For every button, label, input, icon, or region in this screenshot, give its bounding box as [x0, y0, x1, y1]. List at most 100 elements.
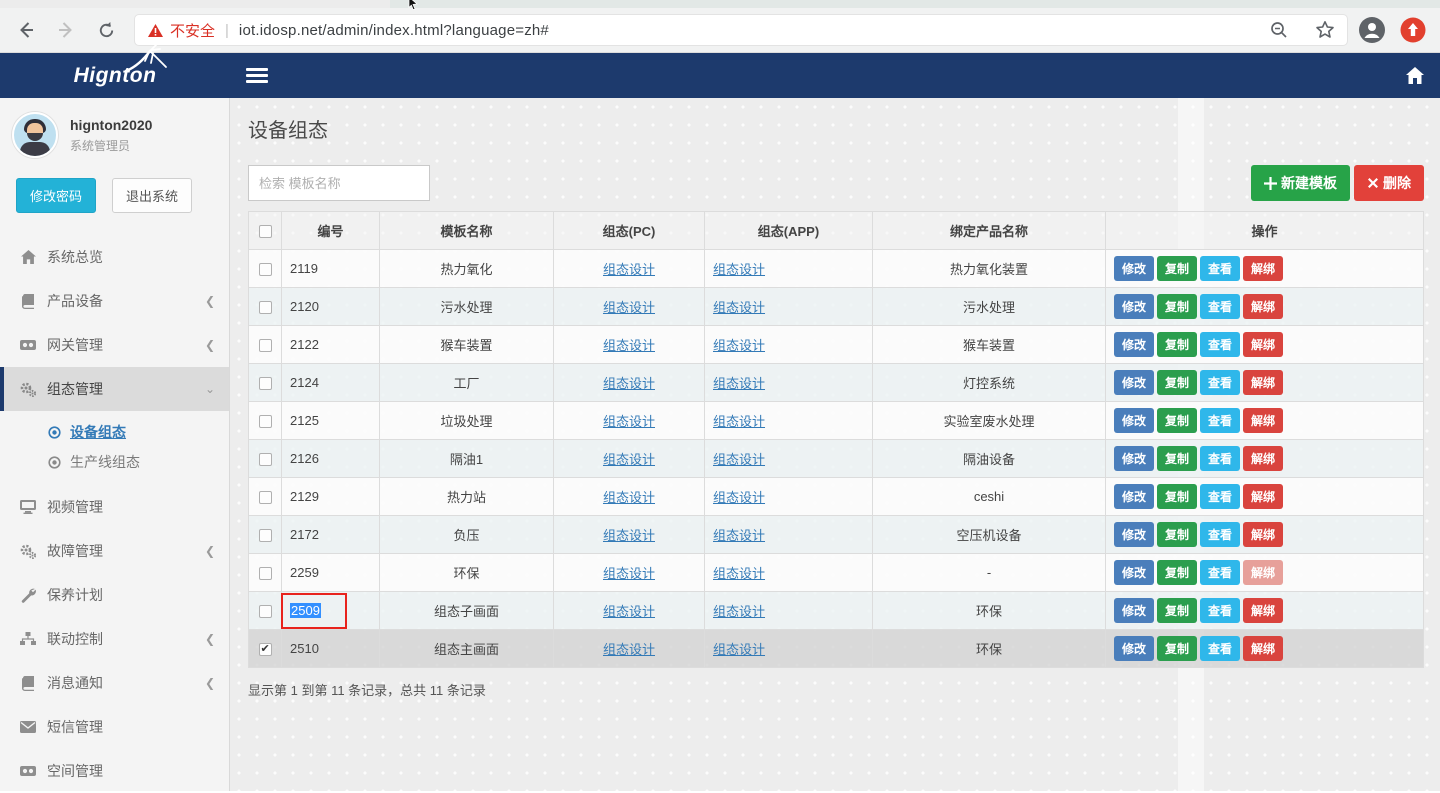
app-config-link[interactable]: 组态设计 — [713, 604, 765, 619]
profile-icon[interactable] — [1358, 16, 1386, 44]
bookmark-star-icon[interactable] — [1315, 20, 1335, 40]
row-checkbox[interactable] — [259, 339, 272, 352]
app-config-link[interactable]: 组态设计 — [713, 642, 765, 657]
zoom-out-icon[interactable] — [1269, 20, 1289, 40]
row-checkbox[interactable] — [259, 377, 272, 390]
modify-button[interactable]: 修改 — [1114, 636, 1154, 661]
new-template-button[interactable]: 新建模板 — [1251, 165, 1350, 201]
unbind-button[interactable]: 解绑 — [1243, 408, 1283, 433]
pc-config-link[interactable]: 组态设计 — [603, 566, 655, 581]
modify-button[interactable]: 修改 — [1114, 370, 1154, 395]
sidebar-subitem-production-line-configuration[interactable]: 生产线组态 — [0, 447, 229, 477]
sidebar-item-space-management[interactable]: 空间管理 — [0, 749, 229, 791]
unbind-button[interactable]: 解绑 — [1243, 256, 1283, 281]
unbind-button[interactable]: 解绑 — [1243, 370, 1283, 395]
view-button[interactable]: 查看 — [1200, 446, 1240, 471]
sidebar-item-linkage-control[interactable]: 联动控制❮ — [0, 617, 229, 661]
modify-button[interactable]: 修改 — [1114, 484, 1154, 509]
view-button[interactable]: 查看 — [1200, 522, 1240, 547]
modify-button[interactable]: 修改 — [1114, 408, 1154, 433]
change-password-button[interactable]: 修改密码 — [16, 178, 96, 213]
row-checkbox[interactable] — [259, 567, 272, 580]
copy-button[interactable]: 复制 — [1157, 332, 1197, 357]
home-icon[interactable] — [1406, 67, 1424, 84]
row-checkbox[interactable] — [259, 605, 272, 618]
row-checkbox[interactable] — [259, 301, 272, 314]
pc-config-link[interactable]: 组态设计 — [603, 338, 655, 353]
unbind-button[interactable]: 解绑 — [1243, 332, 1283, 357]
modify-button[interactable]: 修改 — [1114, 560, 1154, 585]
copy-button[interactable]: 复制 — [1157, 408, 1197, 433]
pc-config-link[interactable]: 组态设计 — [603, 414, 655, 429]
app-config-link[interactable]: 组态设计 — [713, 376, 765, 391]
unbind-button[interactable]: 解绑 — [1243, 636, 1283, 661]
app-config-link[interactable]: 组态设计 — [713, 300, 765, 315]
copy-button[interactable]: 复制 — [1157, 598, 1197, 623]
unbind-button[interactable]: 解绑 — [1243, 484, 1283, 509]
security-warning-label[interactable]: 不安全 — [170, 20, 215, 41]
search-input[interactable] — [248, 165, 430, 201]
sidebar-item-fault-management[interactable]: 故障管理❮ — [0, 529, 229, 573]
modify-button[interactable]: 修改 — [1114, 256, 1154, 281]
view-button[interactable]: 查看 — [1200, 484, 1240, 509]
copy-button[interactable]: 复制 — [1157, 256, 1197, 281]
view-button[interactable]: 查看 — [1200, 598, 1240, 623]
row-checkbox[interactable] — [259, 415, 272, 428]
pc-config-link[interactable]: 组态设计 — [603, 376, 655, 391]
delete-button[interactable]: 删除 — [1354, 165, 1424, 201]
sidebar-item-product-device[interactable]: 产品设备❮ — [0, 279, 229, 323]
hamburger-menu-icon[interactable] — [246, 68, 268, 83]
app-config-link[interactable]: 组态设计 — [713, 414, 765, 429]
modify-button[interactable]: 修改 — [1114, 446, 1154, 471]
app-config-link[interactable]: 组态设计 — [713, 528, 765, 543]
unbind-button[interactable]: 解绑 — [1243, 294, 1283, 319]
reload-icon[interactable] — [94, 18, 118, 42]
sidebar-item-message-notification[interactable]: 消息通知❮ — [0, 661, 229, 705]
row-checkbox[interactable] — [259, 529, 272, 542]
logout-button[interactable]: 退出系统 — [112, 178, 192, 213]
view-button[interactable]: 查看 — [1200, 560, 1240, 585]
unbind-button[interactable]: 解绑 — [1243, 446, 1283, 471]
sidebar-item-configuration-management[interactable]: 组态管理⌄ — [0, 367, 229, 411]
copy-button[interactable]: 复制 — [1157, 370, 1197, 395]
copy-button[interactable]: 复制 — [1157, 446, 1197, 471]
view-button[interactable]: 查看 — [1200, 256, 1240, 281]
sidebar-subitem-device-configuration[interactable]: 设备组态 — [0, 417, 229, 447]
view-button[interactable]: 查看 — [1200, 636, 1240, 661]
view-button[interactable]: 查看 — [1200, 408, 1240, 433]
view-button[interactable]: 查看 — [1200, 332, 1240, 357]
forward-icon[interactable] — [54, 18, 78, 42]
pc-config-link[interactable]: 组态设计 — [603, 300, 655, 315]
pc-config-link[interactable]: 组态设计 — [603, 604, 655, 619]
pc-config-link[interactable]: 组态设计 — [603, 642, 655, 657]
unbind-button[interactable]: 解绑 — [1243, 598, 1283, 623]
sidebar-item-system-overview[interactable]: 系统总览 — [0, 235, 229, 279]
app-config-link[interactable]: 组态设计 — [713, 452, 765, 467]
copy-button[interactable]: 复制 — [1157, 522, 1197, 547]
copy-button[interactable]: 复制 — [1157, 560, 1197, 585]
sidebar-item-maintenance-plan[interactable]: 保养计划 — [0, 573, 229, 617]
unbind-button[interactable]: 解绑 — [1243, 560, 1283, 585]
copy-button[interactable]: 复制 — [1157, 484, 1197, 509]
app-config-link[interactable]: 组态设计 — [713, 490, 765, 505]
pc-config-link[interactable]: 组态设计 — [603, 490, 655, 505]
sidebar-item-video-management[interactable]: 视频管理 — [0, 485, 229, 529]
extension-up-arrow-icon[interactable] — [1400, 17, 1426, 43]
row-checkbox[interactable] — [259, 491, 272, 504]
unbind-button[interactable]: 解绑 — [1243, 522, 1283, 547]
copy-button[interactable]: 复制 — [1157, 294, 1197, 319]
app-config-link[interactable]: 组态设计 — [713, 338, 765, 353]
address-bar[interactable]: 不安全 | iot.idosp.net/admin/index.html?lan… — [134, 14, 1348, 46]
row-checkbox[interactable] — [259, 643, 272, 656]
modify-button[interactable]: 修改 — [1114, 522, 1154, 547]
row-checkbox[interactable] — [259, 453, 272, 466]
pc-config-link[interactable]: 组态设计 — [603, 452, 655, 467]
modify-button[interactable]: 修改 — [1114, 332, 1154, 357]
view-button[interactable]: 查看 — [1200, 370, 1240, 395]
app-logo[interactable]: Hignton — [0, 53, 230, 98]
back-icon[interactable] — [14, 18, 38, 42]
sidebar-item-gateway-management[interactable]: 网关管理❮ — [0, 323, 229, 367]
pc-config-link[interactable]: 组态设计 — [603, 262, 655, 277]
app-config-link[interactable]: 组态设计 — [713, 262, 765, 277]
modify-button[interactable]: 修改 — [1114, 294, 1154, 319]
